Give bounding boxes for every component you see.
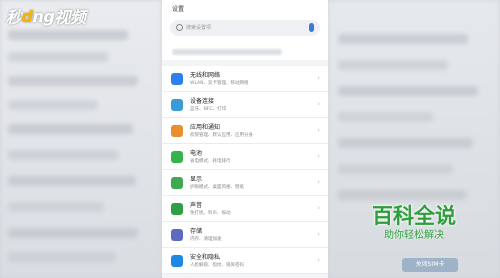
chevron-right-icon: ›: [317, 230, 320, 238]
settings-item-device-connect[interactable]: 设备连接 蓝牙、NFC、打印 ›: [162, 92, 328, 118]
wifi-icon: [171, 73, 183, 85]
chevron-right-icon: ›: [317, 204, 320, 212]
settings-item-subtitle: 护眼模式、桌面风格、壁纸: [190, 185, 244, 190]
account-info-blurred: [172, 49, 282, 55]
settings-item-subtitle: WLAN、双卡管理、移动网络: [190, 81, 249, 86]
sound-icon: [171, 203, 183, 215]
settings-item-storage[interactable]: 存储 内存、清理加速 ›: [162, 222, 328, 248]
chevron-right-icon: ›: [317, 152, 320, 160]
settings-item-subtitle: 内存、清理加速: [190, 237, 222, 242]
settings-list: 无线和网络 WLAN、双卡管理、移动网络 › 设备连接 蓝牙、NFC、打印 › …: [162, 66, 328, 274]
settings-item-subtitle: 蓝牙、NFC、打印: [190, 107, 227, 112]
settings-item-subtitle: 权限管理、默认应用、应用分身: [190, 133, 253, 138]
chevron-right-icon: ›: [317, 256, 320, 264]
settings-item-title: 设备连接: [190, 98, 215, 105]
settings-item-title: 安全和隐私: [190, 254, 221, 261]
battery-icon: [171, 151, 183, 163]
top-bar: 设置 搜索设置项: [162, 0, 328, 44]
display-icon: [171, 177, 183, 189]
settings-item-security[interactable]: 安全和隐私 人脸解锁、指纹、锁屏密码 ›: [162, 248, 328, 274]
settings-item-title: 声音: [190, 202, 203, 209]
microphone-icon[interactable]: [309, 23, 314, 32]
watermark-text-b: d: [21, 6, 33, 26]
left-backdrop: [0, 0, 162, 278]
watermark-text-d: 视频: [54, 8, 86, 27]
chevron-right-icon: ›: [317, 126, 320, 134]
settings-item-subtitle: 人脸解锁、指纹、锁屏密码: [190, 263, 244, 268]
brand-watermark: 百科全说 助你轻松解决: [360, 203, 468, 253]
chevron-right-icon: ›: [317, 74, 320, 82]
settings-item-title: 存储: [190, 228, 203, 235]
watermark-text-a: 秒: [6, 8, 22, 27]
storage-icon: [171, 229, 183, 241]
brand-name: 百科全说: [372, 204, 456, 228]
settings-item-title: 应用和通知: [190, 124, 221, 131]
settings-item-title: 电池: [190, 150, 203, 157]
settings-item-display[interactable]: 显示 护眼模式、桌面风格、壁纸 ›: [162, 170, 328, 196]
search-input[interactable]: 搜索设置项: [170, 20, 320, 36]
disable-sim-button[interactable]: 关闭SIM卡: [402, 258, 458, 272]
settings-item-subtitle: 免打扰、铃声、振动: [190, 211, 231, 216]
phone-screen: 设置 搜索设置项 无线和网络 WLAN、双卡管理、移动网络 › 设备连接 蓝牙、…: [162, 0, 328, 278]
shield-icon: [171, 255, 183, 267]
watermark-logo: 秒 d ng 视频: [6, 4, 86, 28]
brand-tagline: 助你轻松解决: [384, 230, 444, 241]
chevron-right-icon: ›: [317, 178, 320, 186]
apps-icon: [171, 125, 183, 137]
settings-item-subtitle: 省电模式、耗电排行: [190, 159, 231, 164]
settings-item-title: 显示: [190, 176, 203, 183]
chevron-right-icon: ›: [317, 100, 320, 108]
watermark-text-c: ng: [32, 6, 55, 26]
search-icon: [176, 24, 183, 31]
device-connect-icon: [171, 99, 183, 111]
settings-item-title: 无线和网络: [190, 72, 221, 79]
search-placeholder: 搜索设置项: [186, 25, 212, 31]
page-title: 设置: [172, 6, 185, 13]
settings-item-apps[interactable]: 应用和通知 权限管理、默认应用、应用分身 ›: [162, 118, 328, 144]
account-row[interactable]: [162, 44, 328, 60]
settings-item-sound[interactable]: 声音 免打扰、铃声、振动 ›: [162, 196, 328, 222]
settings-item-battery[interactable]: 电池 省电模式、耗电排行 ›: [162, 144, 328, 170]
settings-item-wireless[interactable]: 无线和网络 WLAN、双卡管理、移动网络 ›: [162, 66, 328, 92]
